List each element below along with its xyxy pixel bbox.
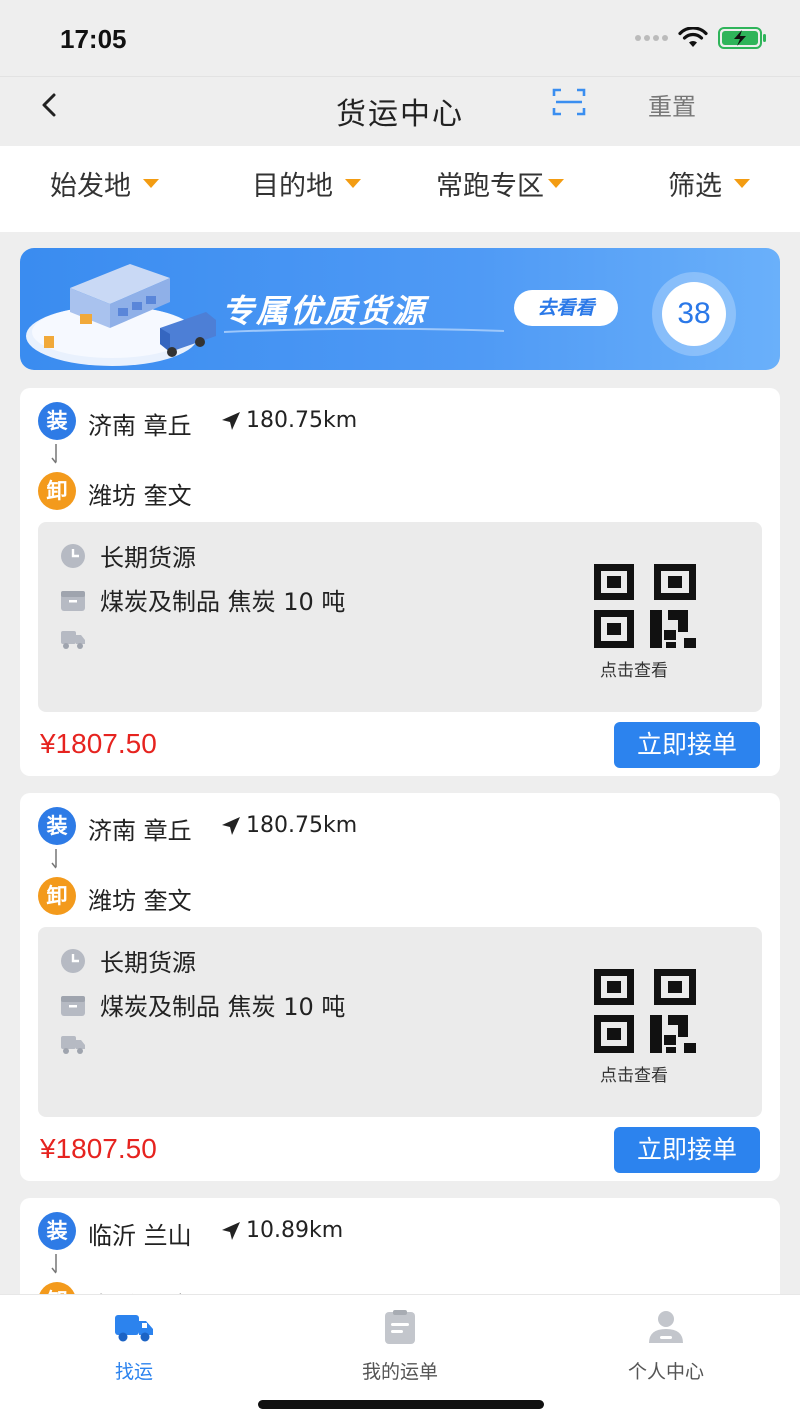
navigation-arrow-icon [222,411,240,430]
load-tag: 装 [38,1212,76,1250]
caret-down-icon [548,179,564,188]
tab-label: 个人中心 [627,1361,704,1383]
origin: 临沂 兰山 [88,1222,192,1250]
freight-card[interactable]: 装 济南 章丘 180.75km 卸 潍坊 奎文 长期货源 煤炭及制品 焦炭 1… [20,793,780,1181]
reset-button[interactable]: 重置 [648,87,696,122]
clock-icon [61,948,85,973]
caret-down-icon [143,179,159,188]
load-tag: 装 [38,807,76,845]
distance-value: 180.75km [246,408,358,433]
box-icon [61,590,85,611]
goods-text: 煤炭及制品 焦炭 10 吨 [100,588,346,616]
freight-card[interactable]: 装 济南 章丘 180.75km 卸 潍坊 奎文 长期货源 煤炭及制品 焦炭 1… [20,388,780,776]
cargo-info: 长期货源 煤炭及制品 焦炭 10 吨 点击查看 [38,522,762,712]
filter-label: 筛选 [668,171,722,202]
distance: 180.75km [220,408,357,433]
route-arrow-icon [51,1254,57,1274]
qr-view-label[interactable]: 点击查看 [600,656,668,681]
truck-icon [115,1315,153,1342]
filter-origin[interactable]: 始发地 [50,164,159,203]
accept-order-button[interactable]: 立即接单 [614,722,760,768]
truck-small-icon [61,1036,85,1054]
person-icon [649,1311,683,1343]
qr-code-icon[interactable] [594,969,696,1053]
schedule-row: 长期货源 [60,538,196,573]
distance-value: 180.75km [246,813,358,838]
qr-code-icon[interactable] [594,564,696,648]
tab-label: 我的运单 [361,1361,438,1383]
wifi-icon [678,27,708,47]
banner-view-button[interactable]: 去看看 [514,290,618,326]
goods-row: 煤炭及制品 焦炭 10 吨 [60,987,345,1022]
distance-value: 10.89km [246,1218,344,1243]
distance: 180.75km [220,813,357,838]
status-time: 17:05 [60,24,127,54]
filter-frequent-routes[interactable]: 常跑专区 [436,164,564,203]
caret-down-icon [734,179,750,188]
price: ¥1807.50 [40,728,157,759]
origin: 济南 章丘 [88,412,192,440]
goods-text: 煤炭及制品 焦炭 10 吨 [100,993,346,1021]
route-arrow-icon [51,444,57,464]
home-indicator [258,1400,544,1409]
distance: 10.89km [220,1218,343,1243]
truck-small-icon [61,631,85,649]
banner-underline [224,328,504,333]
accept-order-button[interactable]: 立即接单 [614,1127,760,1173]
origin: 济南 章丘 [88,817,192,845]
navigation-arrow-icon [222,816,240,835]
price: ¥1807.50 [40,1133,157,1164]
navigation-arrow-icon [222,1221,240,1240]
filter-label: 始发地 [50,171,131,202]
filter-label: 常跑专区 [436,171,544,202]
filter-more[interactable]: 筛选 [668,164,750,203]
banner-count-badge: 38 [652,272,736,356]
tab-find-freight[interactable]: 找运 [64,1309,204,1384]
status-bar: 17:05 [0,0,800,76]
vehicle-row [60,626,100,652]
warehouse-illustration-icon [26,264,216,366]
box-icon [61,995,85,1016]
nav-bar: 货运中心 重置 [0,76,800,146]
banner-title: 专属优质货源 [222,292,427,330]
status-icons [635,26,768,50]
filter-bar: 始发地 目的地 常跑专区 筛选 [0,146,800,232]
goods-row: 煤炭及制品 焦炭 10 吨 [60,582,345,617]
tab-profile[interactable]: 个人中心 [596,1309,736,1384]
filter-destination[interactable]: 目的地 [252,164,361,203]
filter-label: 目的地 [252,171,333,202]
unload-tag: 卸 [38,472,76,510]
tab-label: 找运 [114,1361,153,1383]
scan-icon[interactable] [552,87,586,117]
signal-icon [635,35,668,41]
load-tag: 装 [38,402,76,440]
schedule-text: 长期货源 [100,544,196,572]
destination: 潍坊 奎文 [88,887,192,915]
caret-down-icon [345,179,361,188]
clock-icon [61,543,85,568]
clipboard-icon [385,1310,415,1344]
tab-my-orders[interactable]: 我的运单 [330,1309,470,1384]
cargo-info: 长期货源 煤炭及制品 焦炭 10 吨 点击查看 [38,927,762,1117]
destination: 潍坊 奎文 [88,482,192,510]
banner-count: 38 [662,282,726,346]
vehicle-row [60,1031,100,1057]
route-arrow-icon [51,849,57,869]
unload-tag: 卸 [38,877,76,915]
schedule-row: 长期货源 [60,943,196,978]
battery-icon [718,27,766,49]
qr-view-label[interactable]: 点击查看 [600,1061,668,1086]
schedule-text: 长期货源 [100,949,196,977]
